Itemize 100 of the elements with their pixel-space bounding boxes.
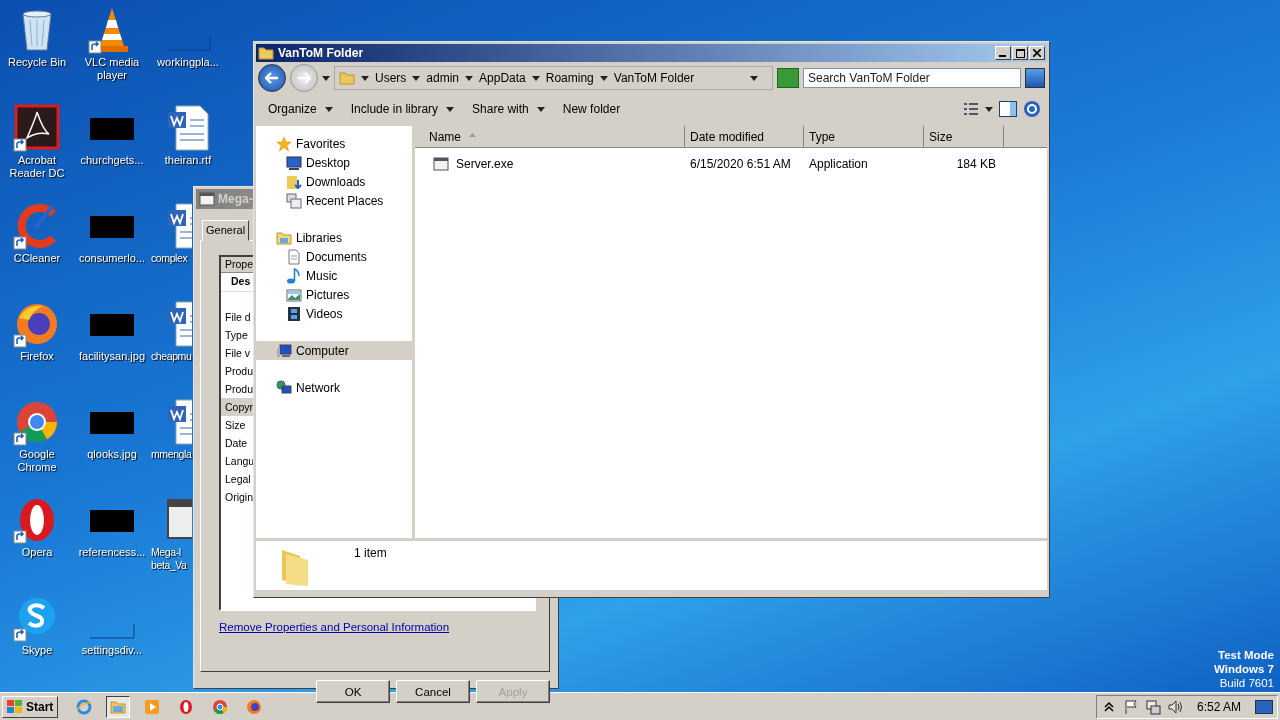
- nav-item[interactable]: Computer: [256, 341, 412, 360]
- property-row[interactable]: Type: [221, 326, 253, 344]
- nav-item[interactable]: Favorites: [256, 134, 412, 153]
- remove-properties-link[interactable]: Remove Properties and Personal Information: [219, 621, 450, 633]
- back-button[interactable]: [258, 64, 286, 92]
- speaker-icon[interactable]: [1166, 698, 1183, 715]
- icon-label: complex: [151, 252, 188, 265]
- breadcrumb[interactable]: AppData: [479, 71, 526, 85]
- column-header[interactable]: Size: [924, 126, 1004, 148]
- nav-item[interactable]: Videos: [256, 304, 412, 323]
- column-header[interactable]: Date modified: [685, 126, 804, 148]
- help-icon[interactable]: [1023, 100, 1041, 118]
- column-header[interactable]: Type: [804, 126, 924, 148]
- property-row[interactable]: Copyr: [221, 398, 253, 416]
- file-name[interactable]: Server.exe: [451, 157, 514, 171]
- nav-item[interactable]: Desktop: [256, 153, 412, 172]
- breadcrumb[interactable]: Roaming: [545, 71, 594, 85]
- dropdown-arrow-icon: [412, 75, 421, 81]
- toolbar-button[interactable]: Organize: [262, 99, 339, 119]
- ie-icon: [76, 698, 93, 715]
- network-icon: [276, 379, 292, 396]
- dropdown-arrow-icon: [985, 106, 993, 112]
- preview-pane-icon[interactable]: [999, 101, 1017, 117]
- icon-label: settingsdiv...: [81, 644, 143, 657]
- icon-label: referencess...: [78, 546, 146, 559]
- maximize-icon[interactable]: [1012, 46, 1028, 60]
- window-icon: [199, 191, 215, 207]
- system-watermark: Build 7601: [1219, 676, 1274, 690]
- property-row[interactable]: File v: [221, 344, 253, 362]
- firefox-icon: [246, 698, 263, 715]
- window-title: Mega-: [218, 192, 253, 206]
- recent-places-icon: [286, 192, 302, 209]
- tab[interactable]: General: [202, 220, 250, 241]
- document-icon: [286, 248, 302, 265]
- dropdown-arrow-icon: [361, 75, 369, 81]
- view-options-icon[interactable]: [963, 102, 979, 116]
- nav-item[interactable]: Documents: [256, 247, 412, 266]
- close-icon[interactable]: [1029, 46, 1045, 60]
- address-bar[interactable]: Users admin AppData Roaming VanToM Folder: [334, 66, 773, 90]
- icon-label: theiran.rtf: [164, 154, 212, 167]
- nav-item[interactable]: Network: [256, 378, 412, 397]
- nav-item[interactable]: Pictures: [256, 285, 412, 304]
- media-player-icon: [144, 698, 161, 715]
- computer-icon: [276, 342, 292, 359]
- dialog-button[interactable]: Cancel: [396, 680, 470, 703]
- property-row[interactable]: Produ: [221, 380, 253, 398]
- property-row[interactable]: Langu: [221, 452, 253, 470]
- show-desktop-icon[interactable]: [1255, 699, 1273, 714]
- dropdown-arrow-icon: [446, 106, 455, 112]
- icon-label: Opera: [21, 546, 53, 559]
- breadcrumb[interactable]: admin: [426, 71, 460, 85]
- monitor-icon: [286, 154, 302, 171]
- property-row[interactable]: File d: [221, 308, 253, 326]
- icon-label: qlooks.jpg: [87, 448, 137, 461]
- icon-label: cheapmu: [151, 350, 192, 363]
- nav-item[interactable]: Recent Places: [256, 191, 412, 210]
- acrobat-icon[interactable]: [13, 104, 61, 152]
- windows-logo-icon: [7, 699, 23, 714]
- nav-item[interactable]: Downloads: [256, 172, 412, 191]
- column-header[interactable]: Name: [415, 126, 685, 148]
- dialog-button[interactable]: OK: [316, 680, 390, 703]
- property-row[interactable]: Size: [221, 416, 253, 434]
- column-header[interactable]: Prope: [221, 257, 253, 273]
- minimize-icon[interactable]: [995, 46, 1011, 60]
- clock[interactable]: 6:52 AM: [1196, 699, 1241, 714]
- breadcrumb[interactable]: VanToM Folder: [613, 71, 695, 85]
- application-icon: [433, 156, 449, 172]
- dropdown-arrow-icon: [750, 75, 758, 81]
- icon-label: Firefox: [20, 350, 54, 363]
- property-row[interactable]: Produ: [221, 362, 253, 380]
- folder-icon: [339, 70, 355, 86]
- nav-item[interactable]: Libraries: [256, 228, 412, 247]
- star-icon: [276, 135, 292, 152]
- icon-label: VLC media player: [83, 56, 141, 82]
- network-status-icon[interactable]: [1144, 698, 1161, 715]
- music-note-icon: [286, 267, 302, 284]
- nav-item[interactable]: Music: [256, 266, 412, 285]
- toolbar-button[interactable]: Include in library: [344, 99, 461, 119]
- icon-label: Recycle Bin: [7, 56, 67, 69]
- forward-arrow-icon: [297, 72, 311, 84]
- property-row[interactable]: Legal: [221, 470, 253, 488]
- taskbar-button[interactable]: [106, 695, 131, 718]
- property-row[interactable]: Date: [221, 434, 253, 452]
- table-cell-text: Application: [808, 157, 869, 171]
- search-field[interactable]: Search VanToM Folder: [803, 68, 1021, 88]
- downloads-folder-icon: [286, 173, 302, 190]
- toolbar-button[interactable]: Share with: [466, 99, 551, 119]
- start-button[interactable]: Start: [2, 695, 59, 718]
- system-watermark: Windows 7: [1214, 662, 1274, 676]
- icon-label: CCleaner: [13, 252, 61, 265]
- opera-icon: [178, 698, 195, 715]
- pictures-icon: [286, 286, 302, 303]
- icon-label: Acrobat Reader DC: [8, 154, 66, 180]
- breadcrumb[interactable]: Users: [375, 71, 407, 85]
- back-arrow-icon: [265, 72, 279, 84]
- film-strip-icon: [286, 305, 302, 322]
- icon-label: facilitysan.jpg: [78, 350, 145, 363]
- property-row[interactable]: Origin: [221, 488, 253, 506]
- toolbar-button[interactable]: New folder: [556, 99, 627, 119]
- flag-icon[interactable]: [1122, 698, 1139, 715]
